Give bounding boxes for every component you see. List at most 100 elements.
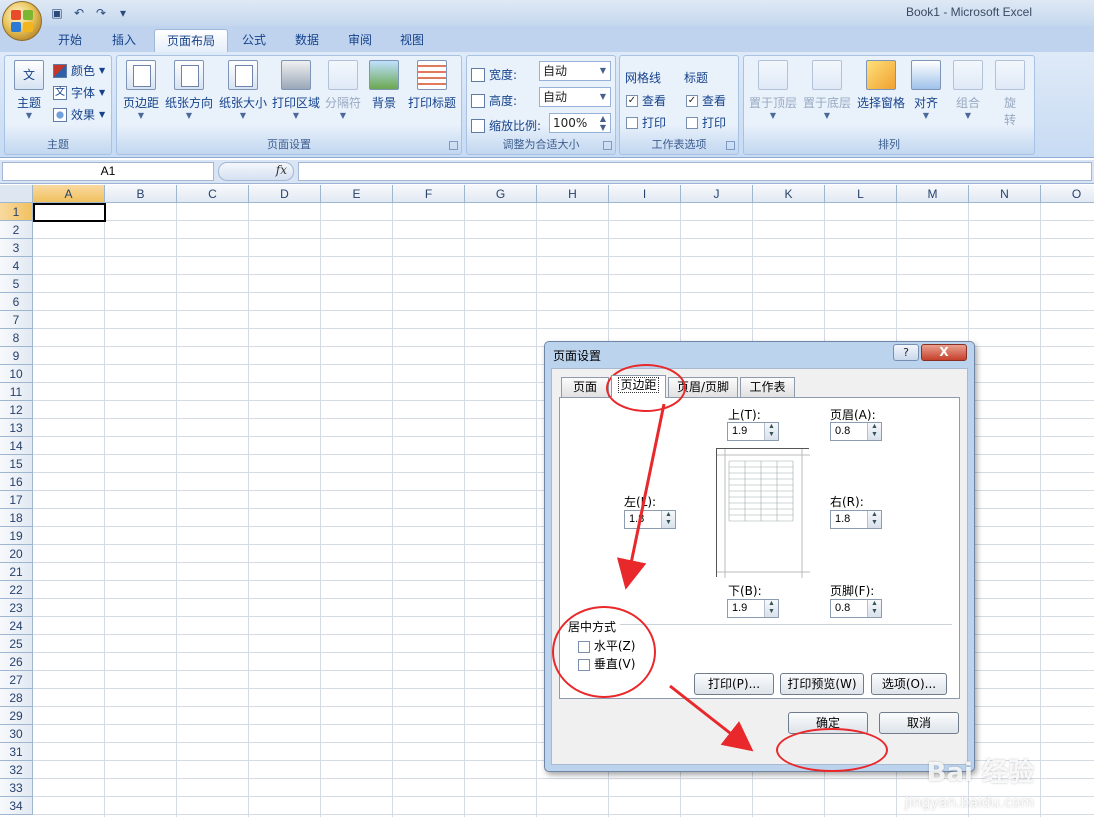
tab-home[interactable]: 开始 [46,29,94,52]
top-margin-input[interactable]: 1.9 ▲ ▼ [727,422,779,441]
tab-formulas[interactable]: 公式 [230,29,278,52]
left-margin-input[interactable]: 1.8 ▲ ▼ [624,510,676,529]
row-header[interactable]: 12 [0,401,33,419]
spinner-icon[interactable]: ▲ ▼ [867,511,881,528]
right-margin-input[interactable]: 1.8 ▲ ▼ [830,510,882,529]
print-area-button[interactable]: 打印区域 ▼ [270,60,322,120]
row-header[interactable]: 31 [0,743,33,761]
spinner-icon[interactable]: ▲ ▼ [867,600,881,617]
horizontal-checkbox[interactable]: 水平(Z) [578,637,635,654]
tab-page[interactable]: 页面 [561,377,609,397]
row-header[interactable]: 32 [0,761,33,779]
row-header[interactable]: 3 [0,239,33,257]
margins-button[interactable]: 页边距 ▼ [119,60,163,120]
scale-launcher-icon[interactable] [603,141,612,150]
print-button[interactable]: 打印(P)... [694,673,774,695]
row-header[interactable]: 18 [0,509,33,527]
undo-icon[interactable]: ↶ [70,4,88,22]
tab-view[interactable]: 视图 [388,29,436,52]
office-button[interactable] [2,1,42,41]
size-button[interactable]: 纸张大小 ▼ [217,60,269,120]
row-header[interactable]: 29 [0,707,33,725]
row-header[interactable]: 34 [0,797,33,815]
tab-data[interactable]: 数据 [283,29,331,52]
footer-margin-input[interactable]: 0.8 ▲ ▼ [830,599,882,618]
align-button[interactable]: 对齐 ▼ [908,60,944,120]
width-select[interactable]: 自动 ▼ [539,61,611,81]
spinner-icon[interactable]: ▲ ▼ [764,600,778,617]
row-header[interactable]: 15 [0,455,33,473]
height-select[interactable]: 自动 ▼ [539,87,611,107]
scale-spinner[interactable]: 100% ▲ ▼ [549,113,611,133]
ok-button[interactable]: 确定 [788,712,868,734]
row-header[interactable]: 33 [0,779,33,797]
row-header[interactable]: 1 [0,203,33,221]
background-button[interactable]: 背景 [367,60,401,111]
row-header[interactable]: 19 [0,527,33,545]
row-header[interactable]: 7 [0,311,33,329]
row-header[interactable]: 6 [0,293,33,311]
page-setup-launcher-icon[interactable] [449,141,458,150]
breaks-button[interactable]: 分隔符 ▼ [322,60,364,120]
gridlines-view-checkbox[interactable]: ✓ 查看 [626,92,666,109]
row-header[interactable]: 2 [0,221,33,239]
themes-button[interactable]: 文 主题 ▼ [11,60,47,120]
column-header[interactable]: H [537,185,609,203]
options-button[interactable]: 选项(O)... [871,673,947,695]
row-header[interactable]: 27 [0,671,33,689]
tab-review[interactable]: 审阅 [336,29,384,52]
orientation-button[interactable]: 纸张方向 ▼ [163,60,215,120]
print-titles-button[interactable]: 打印标题 [405,60,459,111]
formula-input[interactable] [298,162,1092,181]
bottom-margin-input[interactable]: 1.9 ▲ ▼ [727,599,779,618]
theme-colors-button[interactable]: 颜色 ▼ [53,62,105,79]
row-header[interactable]: 5 [0,275,33,293]
row-header[interactable]: 13 [0,419,33,437]
select-all-corner[interactable] [0,185,33,203]
active-cell[interactable] [33,203,106,222]
tab-header-footer[interactable]: 页眉/页脚 [668,377,738,397]
column-header[interactable]: C [177,185,249,203]
close-button[interactable]: X [921,344,967,361]
gridlines-print-checkbox[interactable]: 打印 [626,114,666,131]
help-button[interactable]: ? [893,344,919,361]
theme-fonts-button[interactable]: 文 字体 ▼ [53,84,105,101]
row-header[interactable]: 23 [0,599,33,617]
bring-to-front-button[interactable]: 置于顶层 ▼ [746,60,800,120]
header-margin-input[interactable]: 0.8 ▲ ▼ [830,422,882,441]
insert-function-icon[interactable]: fx [218,162,294,181]
column-header[interactable]: F [393,185,465,203]
column-header[interactable]: N [969,185,1041,203]
column-header[interactable]: L [825,185,897,203]
row-header[interactable]: 26 [0,653,33,671]
row-header[interactable]: 16 [0,473,33,491]
row-header[interactable]: 28 [0,689,33,707]
row-header[interactable]: 14 [0,437,33,455]
row-header[interactable]: 25 [0,635,33,653]
spinner-icon[interactable]: ▲ ▼ [867,423,881,440]
customize-qat-icon[interactable]: ▾ [114,4,132,22]
group-button[interactable]: 组合 ▼ [948,60,988,120]
row-header[interactable]: 21 [0,563,33,581]
name-box[interactable]: A1 [2,162,214,181]
tab-insert[interactable]: 插入 [100,29,148,52]
column-header[interactable]: K [753,185,825,203]
tab-margins[interactable]: 页边距 [611,375,666,398]
print-preview-button[interactable]: 打印预览(W) [780,673,864,695]
column-header[interactable]: M [897,185,969,203]
row-header[interactable]: 17 [0,491,33,509]
vertical-checkbox[interactable]: 垂直(V) [578,655,635,672]
row-header[interactable]: 9 [0,347,33,365]
row-header[interactable]: 11 [0,383,33,401]
row-header[interactable]: 8 [0,329,33,347]
row-header[interactable]: 24 [0,617,33,635]
rotate-button[interactable]: 旋 转 [992,60,1028,128]
headings-view-checkbox[interactable]: ✓ 查看 [686,92,726,109]
redo-icon[interactable]: ↷ [92,4,110,22]
sheet-options-launcher-icon[interactable] [726,141,735,150]
column-header[interactable]: D [249,185,321,203]
selection-pane-button[interactable]: 选择窗格 [854,60,908,111]
row-header[interactable]: 30 [0,725,33,743]
column-header[interactable]: G [465,185,537,203]
tab-sheet[interactable]: 工作表 [740,377,795,397]
